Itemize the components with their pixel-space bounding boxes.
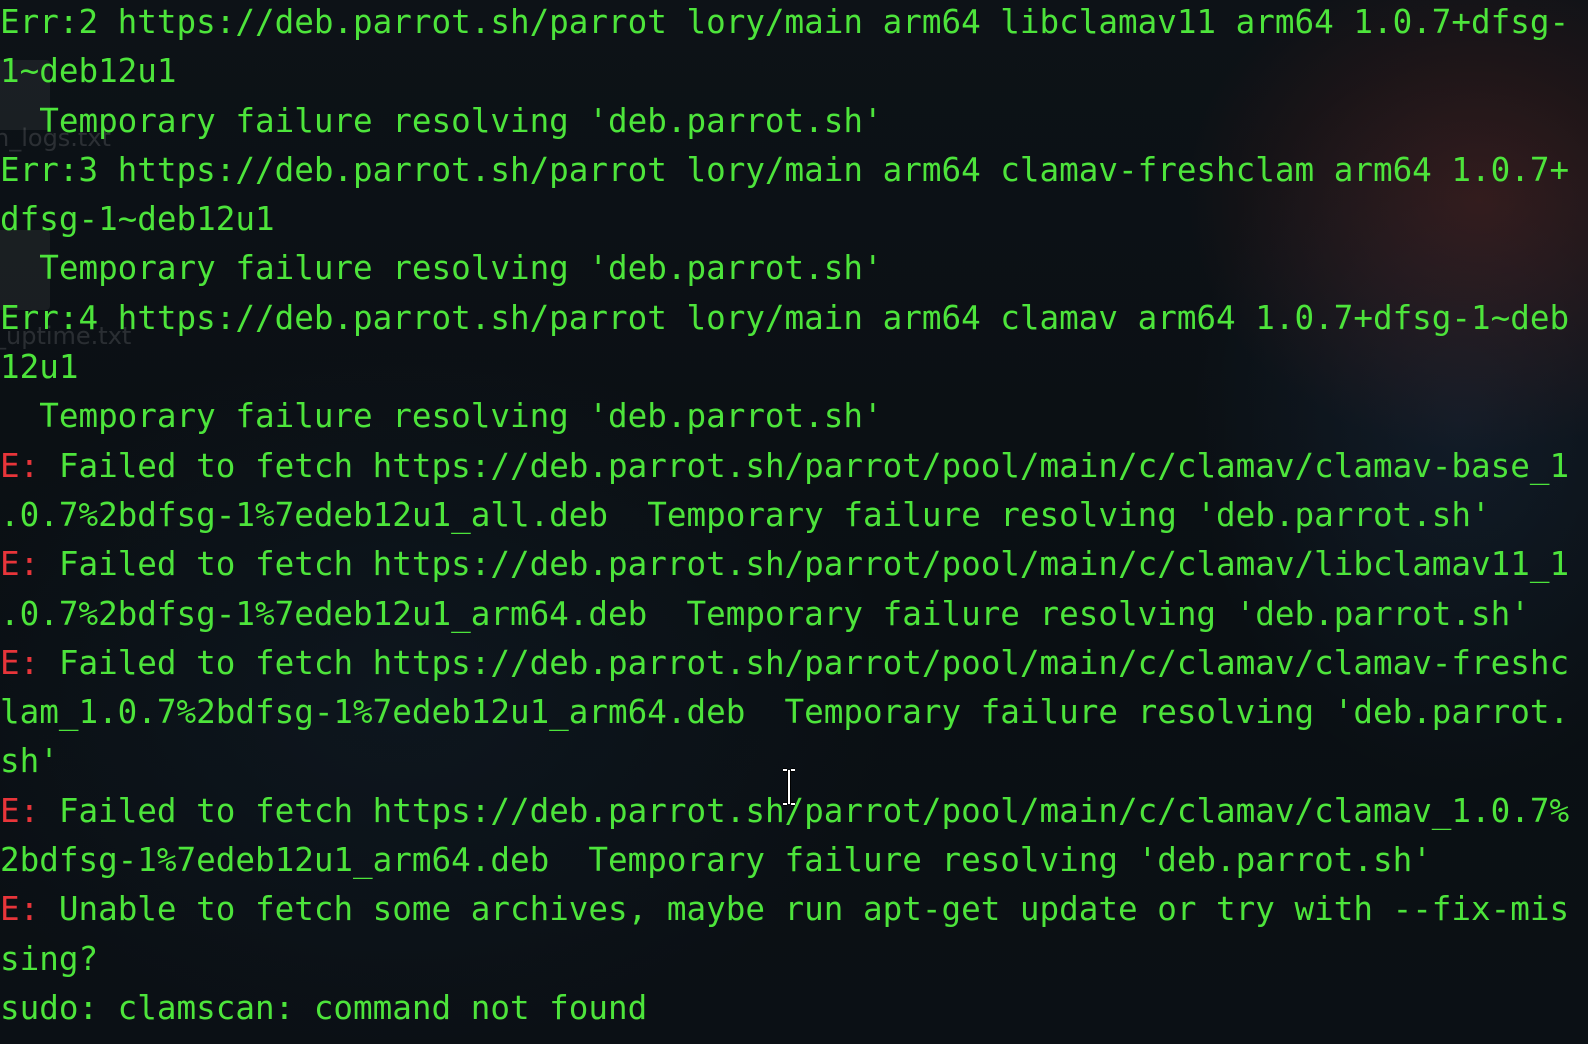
error-prefix: E: — [0, 890, 40, 929]
terminal-line-text: sh' — [0, 742, 59, 781]
terminal-line-text: Err:4 https://deb.parrot.sh/parrot lory/… — [0, 298, 1570, 337]
terminal-output[interactable]: Err:2 https://deb.parrot.sh/parrot lory/… — [0, 0, 1588, 1044]
terminal-line-text: Failed to fetch https://deb.parrot.sh/pa… — [39, 545, 1570, 584]
terminal-line-text: Temporary failure resolving 'deb.parrot.… — [0, 249, 883, 288]
terminal-line: Err:2 https://deb.parrot.sh/parrot lory/… — [0, 0, 1588, 47]
terminal-line-text: lam_1.0.7%2bdfsg-1%7edeb12u1_arm64.deb T… — [0, 693, 1570, 732]
terminal-line: E: Unable to fetch some archives, maybe … — [0, 885, 1588, 934]
terminal-line: Temporary failure resolving 'deb.parrot.… — [0, 244, 1588, 293]
terminal-line: Temporary failure resolving 'deb.parrot.… — [0, 392, 1588, 441]
terminal-line: sudo: clamscan: command not found — [0, 984, 1588, 1033]
error-prefix: E: — [0, 545, 40, 584]
error-prefix: E: — [0, 791, 40, 830]
terminal-line: 2bdfsg-1%7edeb12u1_arm64.deb Temporary f… — [0, 836, 1588, 885]
terminal-line-text: 1~deb12u1 — [0, 52, 177, 91]
terminal-line: Err:4 https://deb.parrot.sh/parrot lory/… — [0, 294, 1588, 343]
terminal-line-text: Err:2 https://deb.parrot.sh/parrot lory/… — [0, 3, 1570, 41]
terminal-line-text: Failed to fetch https://deb.parrot.sh/pa… — [39, 791, 1570, 830]
terminal-line: E: Failed to fetch https://deb.parrot.sh… — [0, 442, 1588, 491]
terminal-line: 12u1 — [0, 343, 1588, 392]
error-prefix: E: — [0, 643, 40, 682]
terminal-line: E: Failed to fetch https://deb.parrot.sh… — [0, 639, 1588, 688]
terminal-line: Err:3 https://deb.parrot.sh/parrot lory/… — [0, 146, 1588, 195]
terminal-line-text: Failed to fetch https://deb.parrot.sh/pa… — [39, 643, 1570, 682]
terminal-line-text: dfsg-1~deb12u1 — [0, 200, 275, 239]
terminal-line-text: Temporary failure resolving 'deb.parrot.… — [0, 101, 883, 140]
terminal-line: E: Failed to fetch https://deb.parrot.sh… — [0, 540, 1588, 589]
terminal-line: Temporary failure resolving 'deb.parrot.… — [0, 97, 1588, 146]
terminal-line-text: Failed to fetch https://deb.parrot.sh/pa… — [39, 446, 1570, 485]
error-prefix: E: — [0, 446, 40, 485]
terminal-line-text: Unable to fetch some archives, maybe run… — [39, 890, 1570, 929]
terminal-line: .0.7%2bdfsg-1%7edeb12u1_all.deb Temporar… — [0, 491, 1588, 540]
terminal-line-text: sing? — [0, 939, 99, 978]
terminal-line-text: Temporary failure resolving 'deb.parrot.… — [0, 397, 883, 436]
terminal-line-text: sudo: clamscan: command not found — [0, 988, 648, 1027]
terminal-line-text: .0.7%2bdfsg-1%7edeb12u1_all.deb Temporar… — [0, 495, 1491, 534]
terminal-line: .0.7%2bdfsg-1%7edeb12u1_arm64.deb Tempor… — [0, 590, 1588, 639]
terminal-line-text: Err:3 https://deb.parrot.sh/parrot lory/… — [0, 150, 1570, 189]
text-cursor-icon — [783, 768, 795, 806]
terminal-line: dfsg-1~deb12u1 — [0, 195, 1588, 244]
terminal-line-text: 2bdfsg-1%7edeb12u1_arm64.deb Temporary f… — [0, 841, 1432, 880]
terminal-line: sing? — [0, 935, 1588, 984]
terminal-line-text: .0.7%2bdfsg-1%7edeb12u1_arm64.deb Tempor… — [0, 594, 1530, 633]
terminal-line: 1~deb12u1 — [0, 47, 1588, 96]
terminal-line-text: 12u1 — [0, 348, 79, 387]
terminal-line: lam_1.0.7%2bdfsg-1%7edeb12u1_arm64.deb T… — [0, 688, 1588, 737]
